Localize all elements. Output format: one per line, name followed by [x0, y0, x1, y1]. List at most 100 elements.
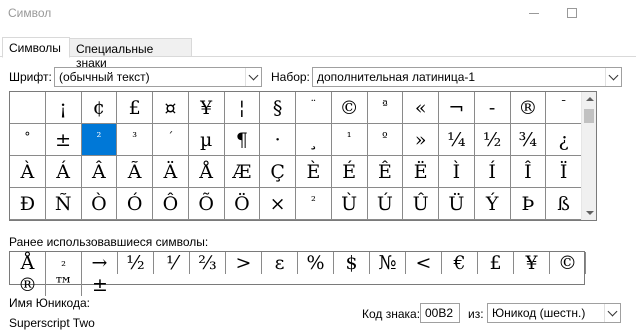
- symbol-cell[interactable]: Ú: [367, 188, 404, 220]
- symbol-cell[interactable]: â: [82, 220, 118, 221]
- recent-symbol-cell[interactable]: №: [370, 252, 406, 274]
- symbol-cell[interactable]: ¿: [546, 124, 582, 156]
- symbol-cell[interactable]: ·: [260, 124, 296, 156]
- symbol-cell[interactable]: Ü: [439, 188, 475, 220]
- symbol-cell[interactable]: Ù: [331, 188, 368, 220]
- symbol-cell[interactable]: æ: [225, 220, 261, 221]
- symbol-cell[interactable]: ¨: [296, 92, 332, 124]
- symbol-cell[interactable]: £: [117, 92, 153, 124]
- symbol-cell[interactable]: ²: [296, 188, 332, 220]
- recent-symbol-cell[interactable]: →: [82, 252, 118, 274]
- symbol-cell[interactable]: Ð: [10, 188, 46, 220]
- scroll-down-button[interactable]: [582, 206, 596, 220]
- symbol-cell[interactable]: ¢: [81, 92, 118, 124]
- symbol-cell[interactable]: µ: [188, 124, 225, 156]
- symbol-cell[interactable]: Ò: [81, 188, 118, 220]
- subset-dropdown[interactable]: дополнительная латиница-1: [312, 67, 622, 87]
- from-dropdown[interactable]: Юникод (шестн.): [487, 303, 621, 323]
- symbol-cell[interactable]: ¶: [224, 124, 261, 156]
- symbol-cell[interactable]: »: [403, 124, 439, 156]
- symbol-cell[interactable]: Ó: [117, 188, 153, 220]
- symbol-cell[interactable]: ¹: [331, 124, 368, 156]
- symbol-cell[interactable]: Ë: [403, 156, 439, 188]
- symbol-cell[interactable]: ³: [117, 124, 153, 156]
- character-code-input[interactable]: 00B2: [420, 303, 460, 323]
- symbol-cell[interactable]: ¤: [153, 92, 189, 124]
- recent-symbol-cell[interactable]: ε: [262, 252, 298, 274]
- symbol-grid-scrollbar[interactable]: [581, 92, 596, 220]
- symbol-cell[interactable]: ¾: [510, 124, 547, 156]
- symbol-cell[interactable]: ç: [260, 220, 296, 221]
- recent-symbol-cell[interactable]: £: [478, 252, 514, 274]
- recent-symbol-cell[interactable]: Å: [10, 252, 46, 274]
- symbol-cell[interactable]: Ç: [260, 156, 296, 188]
- symbol-cell[interactable]: «: [403, 92, 439, 124]
- symbol-cell[interactable]: Õ: [188, 188, 225, 220]
- recent-symbol-cell[interactable]: ©: [550, 252, 586, 274]
- symbol-cell[interactable]: º: [367, 124, 404, 156]
- recent-symbol-cell[interactable]: %: [298, 252, 334, 274]
- recent-symbol-cell[interactable]: ²: [46, 252, 82, 274]
- recent-symbol-cell[interactable]: ⅔: [190, 252, 226, 274]
- symbol-cell[interactable]: Þ: [510, 188, 547, 220]
- symbol-cell[interactable]: ê: [368, 220, 404, 221]
- symbol-cell[interactable]: Ì: [439, 156, 475, 188]
- recent-symbol-cell[interactable]: $: [334, 252, 370, 274]
- symbol-cell[interactable]: ©: [331, 92, 368, 124]
- symbol-cell[interactable]: ×: [260, 188, 296, 220]
- maximize-button[interactable]: [552, 0, 592, 26]
- symbol-cell[interactable]: Â: [81, 156, 118, 188]
- symbol-cell[interactable]: ß: [546, 188, 582, 220]
- symbol-cell[interactable]: Ö: [224, 188, 261, 220]
- symbol-cell[interactable]: ¼: [439, 124, 475, 156]
- symbol-cell[interactable]: Î: [510, 156, 547, 188]
- symbol-cell[interactable]: Ñ: [45, 188, 82, 220]
- recent-symbol-cell[interactable]: >: [226, 252, 262, 274]
- symbol-cell[interactable]: ¡: [45, 92, 82, 124]
- symbol-cell[interactable]: å: [189, 220, 225, 221]
- symbol-cell[interactable]: É: [331, 156, 368, 188]
- recent-symbol-cell[interactable]: €: [442, 252, 478, 274]
- scroll-thumb[interactable]: [584, 109, 594, 123]
- recent-symbol-cell[interactable]: ½: [118, 252, 154, 274]
- recent-symbol-cell[interactable]: <: [406, 252, 442, 274]
- symbol-cell[interactable]: Ä: [153, 156, 189, 188]
- symbol-cell[interactable]: è: [296, 220, 332, 221]
- symbol-cell[interactable]: Ý: [474, 188, 511, 220]
- symbol-cell[interactable]: ë: [403, 220, 439, 221]
- symbol-cell[interactable]: ½: [474, 124, 511, 156]
- symbol-cell[interactable]: -: [474, 92, 511, 124]
- symbol-cell[interactable]: §: [260, 92, 296, 124]
- symbol-cell[interactable]: Û: [403, 188, 439, 220]
- symbol-cell[interactable]: ¯: [546, 92, 582, 124]
- recent-symbol-cell[interactable]: ™: [46, 274, 82, 296]
- symbol-cell[interactable]: ¦: [224, 92, 261, 124]
- subset-dropdown-arrow[interactable]: [605, 68, 621, 86]
- recent-symbol-cell[interactable]: ®: [10, 274, 46, 296]
- symbol-cell[interactable]: à: [10, 220, 46, 221]
- symbol-cell[interactable]: ®: [510, 92, 547, 124]
- symbol-cell[interactable]: È: [296, 156, 332, 188]
- symbol-cell[interactable]: Ê: [367, 156, 404, 188]
- symbol-cell[interactable]: ¥: [188, 92, 225, 124]
- symbol-cell[interactable]: Á: [45, 156, 82, 188]
- symbol-cell[interactable]: á: [46, 220, 82, 221]
- symbol-cell[interactable]: é: [332, 220, 368, 221]
- scroll-up-button[interactable]: [582, 92, 596, 106]
- symbol-cell[interactable]: ¸: [296, 124, 332, 156]
- symbol-cell[interactable]: °: [10, 124, 46, 156]
- symbol-cell[interactable]: Ô: [153, 188, 189, 220]
- minimize-button[interactable]: [514, 0, 554, 26]
- symbol-cell[interactable]: Ï: [546, 156, 582, 188]
- recent-symbol-cell[interactable]: ⅟: [154, 252, 190, 274]
- symbol-cell[interactable]: ´: [153, 124, 189, 156]
- tab-special-characters[interactable]: Специальные знаки: [70, 38, 192, 70]
- font-dropdown-arrow[interactable]: [245, 68, 261, 86]
- recent-symbol-cell[interactable]: ±: [82, 274, 118, 296]
- recent-symbol-cell[interactable]: ¥: [514, 252, 550, 274]
- symbol-cell[interactable]: ¬: [439, 92, 475, 124]
- symbol-cell[interactable]: ª: [367, 92, 404, 124]
- symbol-cell[interactable]: [10, 92, 46, 124]
- symbol-cell[interactable]: Ã: [117, 156, 153, 188]
- symbol-cell[interactable]: À: [10, 156, 46, 188]
